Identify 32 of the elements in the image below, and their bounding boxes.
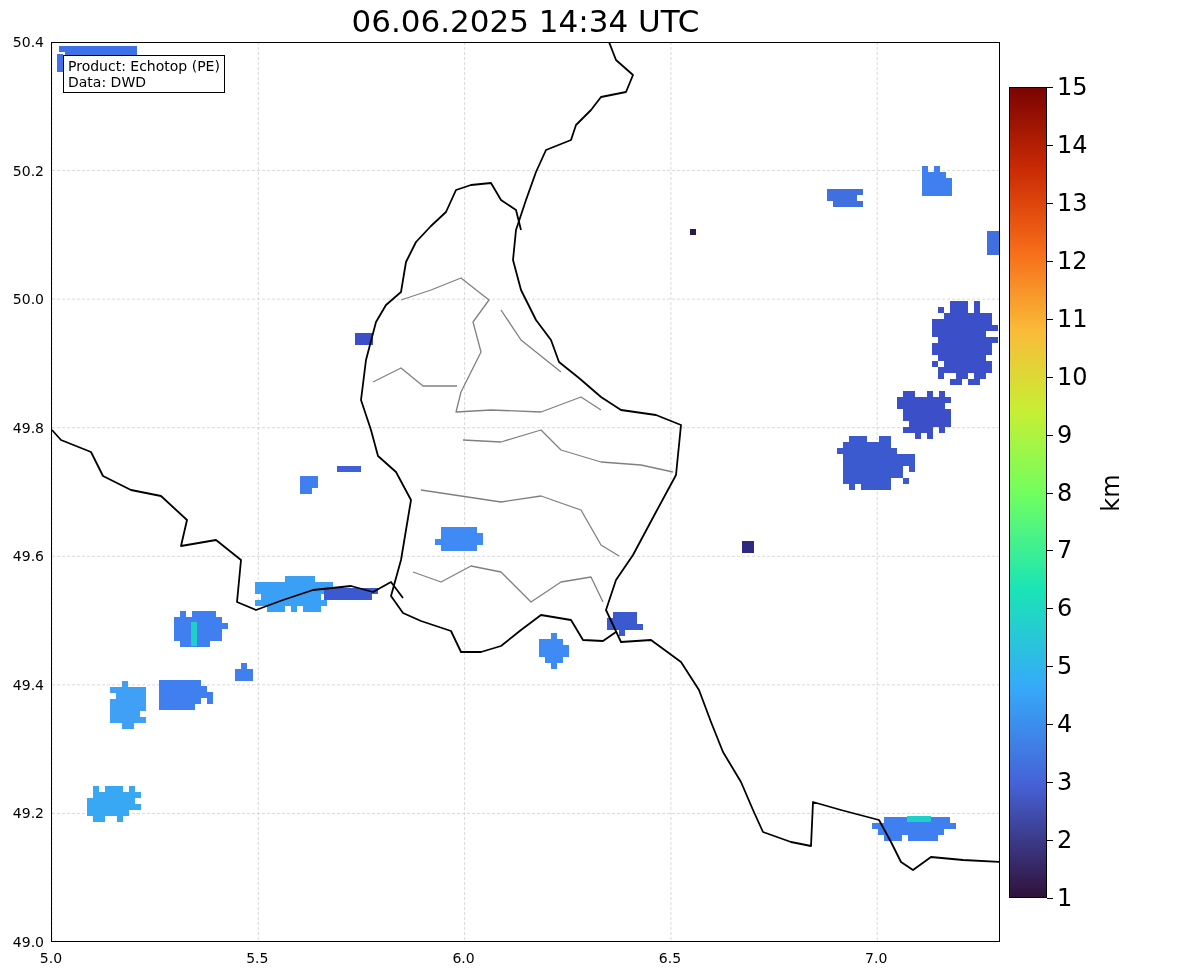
- scale-label: 3: [1057, 768, 1073, 797]
- scale-label: 1: [1057, 884, 1073, 912]
- y-axis-label: 49.4: [12, 676, 44, 693]
- y-axis-label: 49.0: [12, 934, 44, 950]
- scale-label: 11: [1057, 304, 1088, 333]
- y-axis-label: 49.2: [12, 805, 44, 822]
- scale-label: 6: [1057, 594, 1073, 623]
- y-axis-label: 50.2: [12, 162, 44, 179]
- x-axis-label: 6.5: [658, 950, 682, 966]
- scale-label: 13: [1057, 188, 1088, 217]
- x-axis-label: 5.5: [246, 950, 269, 966]
- chart-title: 06.06.2025 14:34 UTC: [350, 2, 701, 41]
- scale-label: 2: [1057, 826, 1073, 855]
- legend-text: Product: Echotop (PE): [68, 58, 220, 74]
- y-axis-label: 49.8: [12, 419, 44, 436]
- scale-label: 15: [1057, 73, 1088, 101]
- scale-label: 8: [1057, 478, 1073, 507]
- y-axis-label: 49.6: [12, 548, 44, 565]
- y-axis-label: 50.0: [12, 291, 44, 308]
- scale-label: 5: [1057, 652, 1073, 681]
- scale-label: 9: [1057, 420, 1073, 449]
- scale-label: 7: [1057, 536, 1073, 565]
- scale-label: 14: [1057, 130, 1088, 159]
- scale-label: 12: [1057, 246, 1088, 275]
- x-axis-label: 7.0: [865, 950, 888, 966]
- y-axis-label: 50.4: [12, 34, 44, 50]
- scale-unit-label: km: [1096, 474, 1125, 512]
- x-axis-label: 6.0: [452, 950, 475, 966]
- legend-text: Data: DWD: [68, 74, 147, 90]
- x-axis-label: 5.0: [39, 950, 63, 966]
- scale-label: 10: [1057, 362, 1088, 391]
- scale-label: 4: [1057, 710, 1073, 739]
